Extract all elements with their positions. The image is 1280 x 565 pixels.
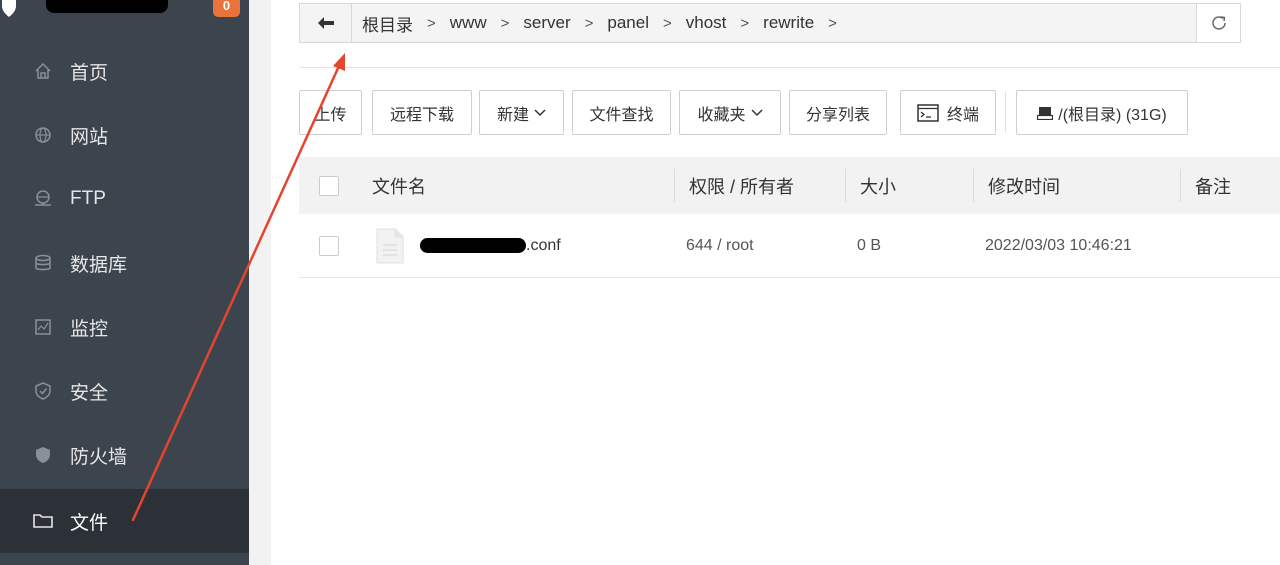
logo-shield-icon <box>2 0 16 17</box>
globe-icon <box>33 125 53 145</box>
toolbar-separator <box>1005 92 1006 132</box>
favorites-button[interactable]: 收藏夹 <box>679 90 781 135</box>
chevron-right-icon: > <box>662 14 672 32</box>
sidebar-item-firewall[interactable]: 防火墙 <box>0 423 249 487</box>
sidebar-item-label: 监控 <box>70 318 109 340</box>
refresh-button[interactable] <box>1196 4 1240 42</box>
sidebar: 0 首页 网站 FTP 数据库 监控 安全 防火墙 文件 <box>0 0 249 565</box>
file-icon <box>376 214 404 277</box>
header-size[interactable]: 大小 <box>860 157 896 214</box>
divider <box>299 67 1280 68</box>
chevron-right-icon: > <box>427 14 436 32</box>
remote-download-button[interactable]: 远程下载 <box>372 90 472 135</box>
sidebar-item-files[interactable]: 文件 <box>0 489 249 553</box>
share-list-button[interactable]: 分享列表 <box>789 90 887 135</box>
sidebar-item-label: 文件 <box>70 512 109 534</box>
column-separator <box>1180 169 1181 202</box>
terminal-button[interactable]: 终端 <box>900 90 996 135</box>
redacted-server-name <box>46 0 168 13</box>
new-button-label: 新建 <box>496 106 529 124</box>
file-modified: 2022/03/03 10:46:21 <box>985 236 1132 254</box>
disk-button-label: /(根目录) (31G) <box>1058 106 1167 124</box>
sidebar-item-database[interactable]: 数据库 <box>0 231 249 295</box>
chevron-right-icon: > <box>740 14 750 32</box>
breadcrumb-item[interactable]: server <box>523 13 570 33</box>
chevron-right-icon: > <box>584 14 594 32</box>
sidebar-item-website[interactable]: 网站 <box>0 103 249 167</box>
header-remark[interactable]: 备注 <box>1195 157 1231 214</box>
sidebar-item-home[interactable]: 首页 <box>0 39 249 103</box>
column-separator <box>674 169 675 202</box>
terminal-icon <box>917 103 939 122</box>
sidebar-item-monitor[interactable]: 监控 <box>0 295 249 359</box>
sidebar-item-label: 安全 <box>70 382 109 404</box>
home-icon <box>33 61 53 81</box>
chevron-down-icon <box>750 108 763 116</box>
sidebar-item-security[interactable]: 安全 <box>0 359 249 423</box>
refresh-icon <box>1211 16 1226 30</box>
breadcrumb-item[interactable]: www <box>450 13 487 33</box>
sidebar-header: 0 <box>0 0 249 22</box>
file-search-button[interactable]: 文件查找 <box>572 90 671 135</box>
monitor-icon <box>33 317 53 337</box>
table-row[interactable]: .conf 644 / root 0 B 2022/03/03 10:46:21 <box>299 214 1280 278</box>
file-size: 0 B <box>857 236 882 254</box>
arrow-left-icon <box>317 17 334 29</box>
chevron-right-icon: > <box>828 14 837 32</box>
header-filename[interactable]: 文件名 <box>372 157 426 214</box>
firewall-shield-icon <box>33 445 53 465</box>
sidebar-item-ftp[interactable]: FTP <box>0 167 249 231</box>
redacted-filename <box>420 238 526 253</box>
file-table-header: 文件名 权限 / 所有者 大小 修改时间 备注 <box>299 157 1280 214</box>
path-bar: 根目录 > www > server > panel > vhost > rewrite > <box>299 3 1241 43</box>
column-separator <box>845 169 846 202</box>
breadcrumb-item[interactable]: rewrite <box>763 13 814 33</box>
database-icon <box>33 253 53 273</box>
select-all-checkbox[interactable] <box>319 176 339 196</box>
chevron-down-icon <box>534 108 546 116</box>
file-name-suffix: .conf <box>526 236 561 254</box>
sidebar-item-label: 数据库 <box>70 254 128 276</box>
breadcrumb: 根目录 > www > server > panel > vhost > rewrite > <box>362 4 851 42</box>
disk-button[interactable]: /(根目录) (31G) <box>1016 90 1188 135</box>
file-name[interactable]: .conf <box>420 214 561 277</box>
folder-icon <box>33 511 53 531</box>
ftp-icon <box>33 189 53 209</box>
chevron-right-icon: > <box>500 14 510 32</box>
notification-badge[interactable]: 0 <box>213 0 240 17</box>
back-button[interactable] <box>300 4 352 42</box>
terminal-button-label: 终端 <box>946 106 979 124</box>
breadcrumb-item[interactable]: 根目录 <box>362 11 413 36</box>
breadcrumb-item[interactable]: vhost <box>686 13 727 33</box>
upload-button[interactable]: 上传 <box>299 90 362 135</box>
shield-check-icon <box>33 381 53 401</box>
favorites-button-label: 收藏夹 <box>697 106 746 124</box>
header-modified[interactable]: 修改时间 <box>988 157 1060 214</box>
new-button[interactable]: 新建 <box>479 90 564 135</box>
row-checkbox[interactable] <box>319 236 339 256</box>
column-separator <box>973 169 974 202</box>
sidebar-gutter <box>249 0 271 565</box>
sidebar-item-label: FTP <box>70 188 106 209</box>
header-permission[interactable]: 权限 / 所有者 <box>689 157 794 214</box>
sidebar-item-label: 首页 <box>70 62 109 84</box>
sidebar-item-label: 防火墙 <box>70 446 128 468</box>
file-permission[interactable]: 644 / root <box>686 214 754 277</box>
sidebar-item-label: 网站 <box>70 126 109 148</box>
breadcrumb-item[interactable]: panel <box>607 13 649 33</box>
hard-drive-icon <box>1037 106 1054 120</box>
